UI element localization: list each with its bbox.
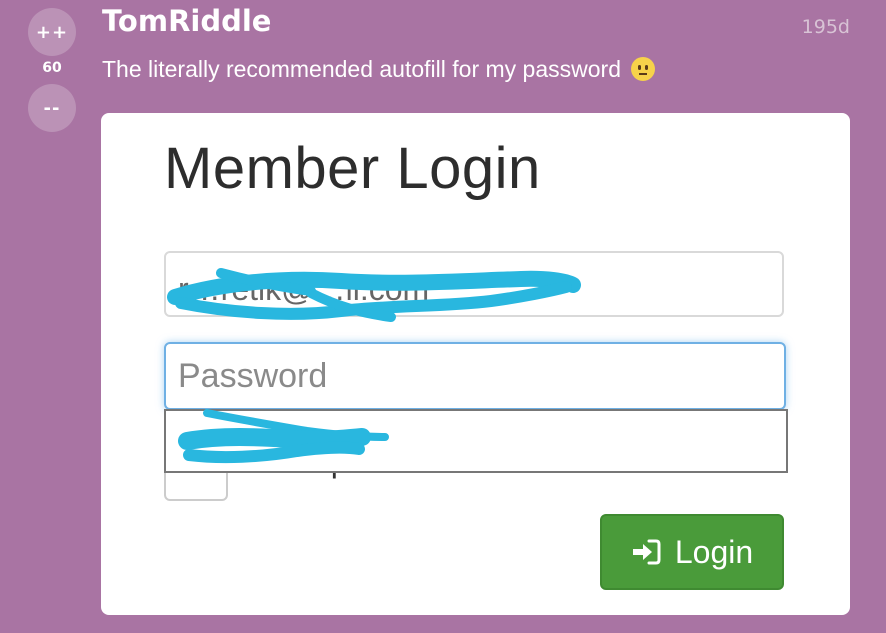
rant-text: The literally recommended autofill for m… [102,56,621,82]
login-button[interactable]: Login [600,514,784,590]
password-field[interactable] [164,342,786,410]
email-field[interactable]: r…retik@…il.com [164,251,784,317]
rant-body: The literally recommended autofill for m… [102,56,656,83]
login-button-label: Login [674,533,754,570]
username-link[interactable]: TomRiddle [102,4,271,38]
upvote-button[interactable]: ++ [28,8,76,56]
post-age: 195d [801,16,850,38]
autofill-suggestion-dropdown[interactable] [164,409,788,473]
login-title: Member Login [164,136,541,201]
sign-in-icon [632,539,661,565]
vote-score: 60 [42,60,62,76]
downvote-button[interactable]: -- [28,84,76,132]
attached-image[interactable]: Member Login r…retik@…il.com Hide passwo… [101,113,850,615]
slightly-unhappy-face-emoji-icon [631,57,656,81]
